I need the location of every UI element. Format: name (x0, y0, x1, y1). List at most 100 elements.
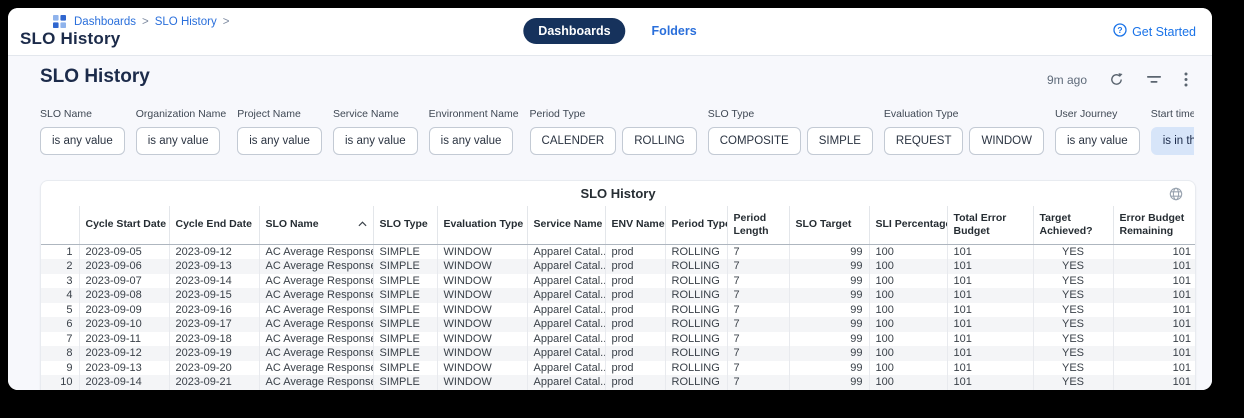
table-cell: ROLLING (665, 288, 727, 303)
slo-history-tile: SLO History Cycle Start DateCycle End Da… (40, 180, 1196, 390)
table-cell: prod (605, 375, 665, 390)
refresh-icon[interactable] (1109, 72, 1124, 87)
column-header-service-name[interactable]: Service Name (527, 206, 605, 244)
table-row: 32023-09-072023-09-14AC Average Response… (41, 274, 1196, 289)
table-cell: Apparel Catal... (527, 288, 605, 303)
breadcrumb-link-slo-history[interactable]: SLO History (155, 16, 217, 28)
filter-option-composite[interactable]: COMPOSITE (708, 127, 801, 155)
column-header-slo-type[interactable]: SLO Type (373, 206, 437, 244)
table-cell: prod (605, 332, 665, 347)
kebab-menu-icon[interactable] (1184, 72, 1188, 87)
column-header-evaluation-type[interactable]: Evaluation Type (437, 206, 527, 244)
filter-option-simple[interactable]: SIMPLE (807, 127, 873, 155)
tab-dashboards[interactable]: Dashboards (523, 18, 625, 44)
table-cell: Apparel Catal... (527, 244, 605, 259)
table-cell: 101 (947, 346, 1033, 361)
table-cell: AC Average Response Time (259, 361, 373, 376)
table-cell: prod (605, 303, 665, 318)
table-cell: SIMPLE (373, 259, 437, 274)
column-header-error-budget-remaining[interactable]: Error Budget Remaining (1113, 206, 1196, 244)
filter-value-service-name[interactable]: is any value (333, 127, 418, 155)
filter-icon[interactable] (1146, 73, 1162, 86)
column-header-total-error-budget[interactable]: Total Error Budget (947, 206, 1033, 244)
table-cell: YES (1033, 244, 1113, 259)
table-cell: 101 (947, 361, 1033, 376)
table-cell: 2023-09-13 (79, 361, 169, 376)
table-cell: SIMPLE (373, 274, 437, 289)
filter-value-user-journey[interactable]: is any value (1055, 127, 1140, 155)
row-number-cell: 4 (41, 288, 79, 303)
table-cell: AC Average Response Time (259, 332, 373, 347)
filter-label: User Journey (1055, 108, 1140, 120)
table-cell: 101 (947, 288, 1033, 303)
table-cell: YES (1033, 361, 1113, 376)
table-row: 102023-09-142023-09-21AC Average Respons… (41, 375, 1196, 390)
filter-value-organization-name[interactable]: is any value (136, 127, 221, 155)
table-header-row: Cycle Start DateCycle End DateSLO NameSL… (41, 206, 1196, 244)
filter-service-name: Service Nameis any value (333, 108, 418, 155)
filter-slo-type: SLO TypeCOMPOSITESIMPLE (708, 108, 873, 155)
table-cell: AC Average Response Time (259, 375, 373, 390)
column-header-period-type[interactable]: Period Type (665, 206, 727, 244)
table-cell: 100 (869, 361, 947, 376)
filter-value-start-time-duration[interactable]: is in the last 2 months (1151, 127, 1194, 155)
column-header-period-length[interactable]: Period Length (727, 206, 789, 244)
table-cell: YES (1033, 274, 1113, 289)
column-header-target-achieved[interactable]: Target Achieved? (1033, 206, 1113, 244)
filter-label: Environment Name (429, 108, 519, 120)
table-cell: 101 (1113, 317, 1196, 332)
column-header-sli-percentage[interactable]: SLI Percentage (869, 206, 947, 244)
top-bar: Dashboards > SLO History > SLO History D… (8, 8, 1212, 56)
table-cell: AC Average Response Time (259, 259, 373, 274)
filter-option-request[interactable]: REQUEST (884, 127, 964, 155)
table-cell: ROLLING (665, 317, 727, 332)
table-cell: 2023-09-18 (169, 332, 259, 347)
table-row: 52023-09-092023-09-16AC Average Response… (41, 303, 1196, 318)
table-cell: prod (605, 346, 665, 361)
column-header-slo-target[interactable]: SLO Target (789, 206, 869, 244)
breadcrumb-separator: > (142, 16, 149, 28)
slo-table: Cycle Start DateCycle End DateSLO NameSL… (41, 206, 1196, 390)
filter-value-project-name[interactable]: is any value (237, 127, 322, 155)
breadcrumb-separator: > (223, 16, 230, 28)
filter-value-environment-name[interactable]: is any value (429, 127, 514, 155)
get-started-label: Get Started (1132, 25, 1196, 39)
get-started-button[interactable]: ? Get Started (1113, 23, 1196, 40)
table-cell: SIMPLE (373, 317, 437, 332)
table-cell: 99 (789, 317, 869, 332)
column-header-env-name[interactable]: ENV Name (605, 206, 665, 244)
table-cell: 2023-09-20 (169, 361, 259, 376)
breadcrumb-link-dashboards[interactable]: Dashboards (74, 16, 136, 28)
filter-value-slo-name[interactable]: is any value (40, 127, 125, 155)
column-header-cycle-start-date[interactable]: Cycle Start Date (79, 206, 169, 244)
table-cell: 7 (727, 375, 789, 390)
table-cell: 100 (869, 303, 947, 318)
filter-user-journey: User Journey is any value (1055, 108, 1140, 155)
table-cell: SIMPLE (373, 332, 437, 347)
table-cell: 7 (727, 274, 789, 289)
table-cell: AC Average Response Time (259, 288, 373, 303)
table-cell: 2023-09-11 (79, 332, 169, 347)
filter-option-calender[interactable]: CALENDER (530, 127, 617, 155)
table-cell: ROLLING (665, 332, 727, 347)
table-row: 72023-09-112023-09-18AC Average Response… (41, 332, 1196, 347)
table-cell: 101 (947, 303, 1033, 318)
filter-start-time-duration: Start time durationis in the last 2 mont… (1151, 108, 1194, 155)
table-cell: 101 (947, 375, 1033, 390)
column-header-row-number[interactable] (41, 206, 79, 244)
table-cell: WINDOW (437, 332, 527, 347)
table-cell: 100 (869, 288, 947, 303)
table-cell: 7 (727, 288, 789, 303)
table-cell: Apparel Catal... (527, 303, 605, 318)
table-cell: prod (605, 317, 665, 332)
filter-option-window[interactable]: WINDOW (969, 127, 1043, 155)
table-cell: 100 (869, 274, 947, 289)
row-number-cell: 7 (41, 332, 79, 347)
row-number-cell: 2 (41, 259, 79, 274)
table-cell: Apparel Catal... (527, 346, 605, 361)
page-title: SLO History (20, 29, 120, 49)
tab-folders[interactable]: Folders (652, 24, 697, 38)
column-header-slo-name[interactable]: SLO Name (259, 206, 373, 244)
column-header-cycle-end-date[interactable]: Cycle End Date (169, 206, 259, 244)
filter-option-rolling[interactable]: ROLLING (622, 127, 697, 155)
